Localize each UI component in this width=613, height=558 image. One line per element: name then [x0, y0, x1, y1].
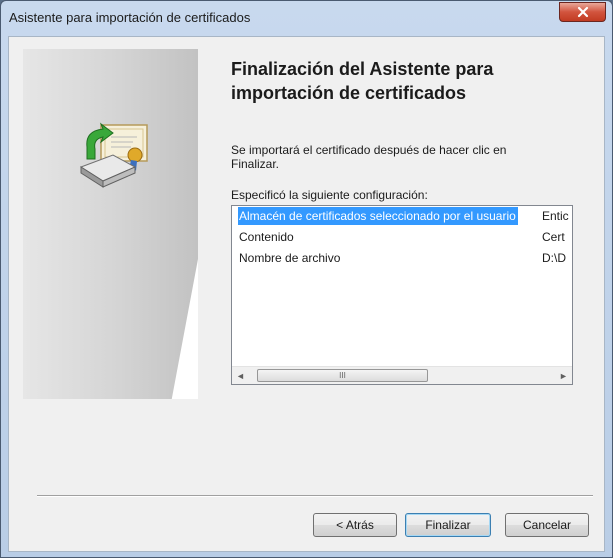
certificate-import-icon	[79, 122, 148, 188]
button-separator	[37, 495, 593, 497]
wizard-description: Se importará el certificado después de h…	[231, 143, 507, 171]
wizard-heading: Finalización del Asistente para importac…	[231, 59, 494, 103]
horizontal-scrollbar[interactable]: ◄ III ►	[232, 366, 572, 384]
list-item-name: Almacén de certificados seleccionado por…	[238, 207, 518, 225]
wizard-side-panel	[23, 49, 198, 399]
list-item-value: D:\D	[542, 251, 566, 265]
wizard-client-area: Finalización del Asistente para importac…	[8, 36, 605, 552]
scrollbar-thumb[interactable]: III	[257, 369, 428, 382]
scrollbar-grip: III	[339, 371, 346, 380]
cancel-button[interactable]: Cancelar	[505, 513, 589, 537]
back-button[interactable]: < Atrás	[313, 513, 397, 537]
scroll-left-icon[interactable]: ◄	[232, 367, 249, 384]
list-item[interactable]: Nombre de archivo D:\D	[232, 249, 572, 268]
window-title: Asistente para importación de certificad…	[9, 10, 251, 25]
settings-listview[interactable]: Almacén de certificados seleccionado por…	[231, 205, 573, 385]
list-item[interactable]: Contenido Cert	[232, 228, 572, 247]
list-item-value: Entic	[542, 209, 569, 223]
list-item-name: Contenido	[239, 230, 294, 244]
side-panel-graphic	[23, 49, 198, 399]
config-label: Especificó la siguiente configuración:	[231, 188, 428, 202]
close-button[interactable]	[559, 2, 606, 22]
list-item[interactable]: Almacén de certificados seleccionado por…	[232, 207, 572, 226]
list-item-value: Cert	[542, 230, 565, 244]
finish-button[interactable]: Finalizar	[405, 513, 491, 537]
close-icon	[577, 6, 588, 18]
scroll-right-icon[interactable]: ►	[555, 367, 572, 384]
title-bar[interactable]: Asistente para importación de certificad…	[1, 1, 612, 35]
list-item-name: Nombre de archivo	[239, 251, 341, 265]
wizard-window: Asistente para importación de certificad…	[0, 0, 613, 558]
